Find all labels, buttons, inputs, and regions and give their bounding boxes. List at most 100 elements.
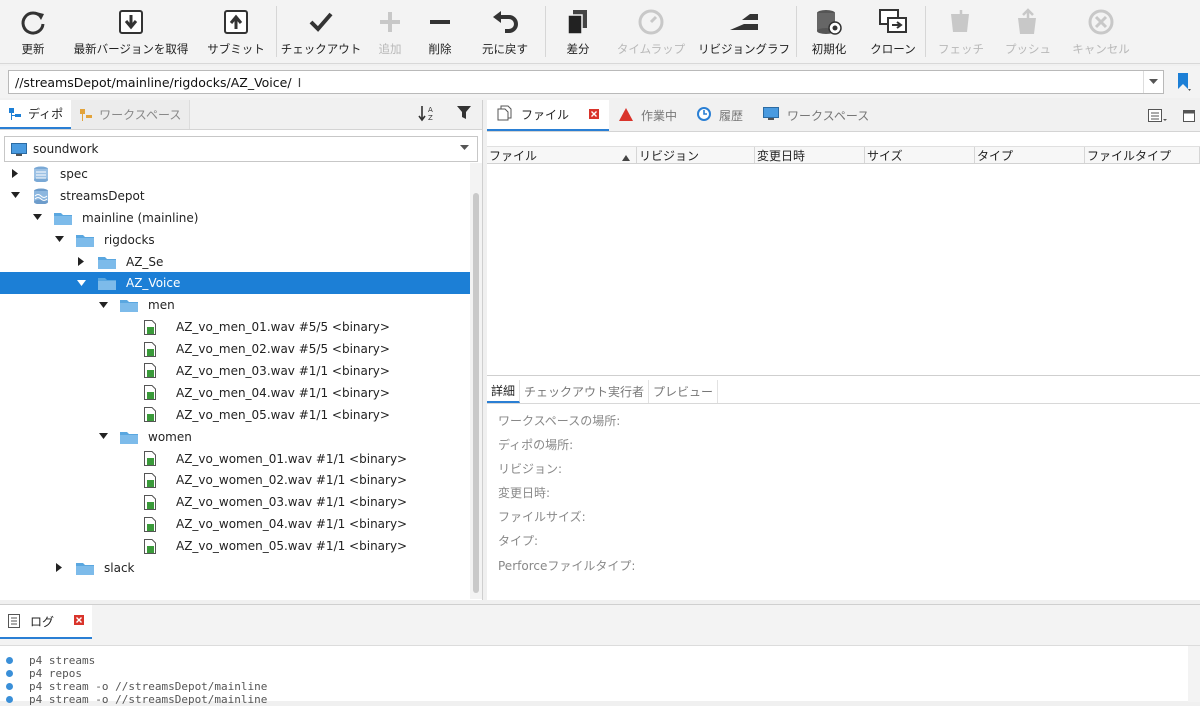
minus-button[interactable]: 削除	[415, 0, 465, 63]
tree-folder-item[interactable]: women	[0, 426, 470, 448]
initialize-button[interactable]: 初期化	[797, 0, 861, 63]
tree-file-item[interactable]: AZ_vo_men_01.wav #5/5 <binary>	[0, 316, 470, 338]
close-icon[interactable]	[589, 108, 600, 122]
file-icon	[144, 407, 156, 423]
undo-button[interactable]: 元に戻す	[465, 0, 545, 63]
tree-file-item[interactable]: AZ_vo_women_04.wav #1/1 <binary>	[0, 513, 470, 535]
tab-log[interactable]: ログ	[0, 605, 93, 639]
tree-file-item[interactable]: AZ_vo_men_04.wav #1/1 <binary>	[0, 382, 470, 404]
get-latest-button[interactable]: 最新バージョンを取得	[66, 0, 196, 63]
tree-folder-item[interactable]: AZ_Voice	[0, 272, 470, 295]
plus-icon	[377, 7, 403, 37]
tab-workspace-label: ワークスペース	[99, 108, 182, 122]
tree-folder-item[interactable]: men	[0, 294, 470, 316]
detail-tab[interactable]: 詳細	[487, 380, 521, 403]
log-line-text: p4 stream -o //streamsDepot/mainline	[29, 680, 268, 693]
window-restore-icon[interactable]	[1182, 109, 1196, 126]
close-icon[interactable]	[74, 614, 85, 628]
tree-item-label: AZ_vo_men_02.wav #5/5 <binary>	[176, 342, 390, 357]
log-scrollbar[interactable]	[1188, 646, 1200, 702]
fetch-button[interactable]: フェッチ	[926, 0, 996, 63]
column-header[interactable]: ファイルタイプ	[1085, 147, 1200, 163]
tree-item-label: spec	[60, 166, 88, 181]
workspace-select[interactable]: soundwork	[4, 136, 478, 162]
detail-tab[interactable]: チェックアウト実行者	[520, 380, 650, 403]
tab-pending[interactable]: 作業中	[609, 100, 687, 131]
push-button[interactable]: プッシュ	[996, 0, 1060, 63]
tree-folder-item[interactable]: rigdocks	[0, 229, 470, 251]
tree-file-item[interactable]: AZ_vo_men_03.wav #1/1 <binary>	[0, 360, 470, 382]
diff-button-label: 差分	[566, 42, 590, 56]
revision-graph-icon	[728, 7, 760, 37]
folder-icon	[54, 211, 72, 225]
fetch-button-label: フェッチ	[938, 42, 984, 56]
tree-file-item[interactable]: AZ_vo_women_02.wav #1/1 <binary>	[0, 469, 470, 491]
collapsed-caret-icon[interactable]	[76, 257, 86, 267]
files-pane: ファイル 作業中 履歴 ワークスペース ファイル リビジョン 変更日時 サイズ タイプ ファイル…	[487, 100, 1200, 600]
collapsed-caret-icon[interactable]	[54, 563, 64, 573]
detail-tab[interactable]: プレビュー	[649, 380, 719, 403]
file-icon	[144, 385, 156, 401]
tree-file-item[interactable]: AZ_vo_women_03.wav #1/1 <binary>	[0, 491, 470, 513]
clone-button[interactable]: クローン	[861, 0, 925, 63]
cancel-button[interactable]: キャンセル	[1060, 0, 1142, 63]
tree-file-item[interactable]: AZ_vo_women_05.wav #1/1 <binary>	[0, 535, 470, 557]
main-toolbar: 更新 最新バージョンを取得 サブミット チェックアウト 追加 削除 元に戻す 差分 タイムラップ…	[0, 0, 1200, 64]
revision-graph-button-label: リビジョングラフ	[698, 42, 790, 56]
folder-icon	[120, 298, 138, 313]
file-list[interactable]	[487, 164, 1200, 376]
column-header[interactable]: タイプ	[975, 147, 1085, 163]
path-dropdown-button[interactable]	[1143, 71, 1163, 93]
tab-depot[interactable]: ディポ	[0, 100, 72, 129]
folder-icon	[76, 233, 94, 247]
submit-button[interactable]: サブミット	[196, 0, 276, 63]
column-header[interactable]: リビジョン	[637, 147, 755, 163]
column-header[interactable]: サイズ	[865, 147, 975, 163]
tree-file-item[interactable]: AZ_vo_women_01.wav #1/1 <binary>	[0, 448, 470, 470]
bookmark-icon[interactable]	[1176, 72, 1192, 95]
tree-folder-item[interactable]: slack	[0, 557, 470, 579]
tree-file-item[interactable]: AZ_vo_men_02.wav #5/5 <binary>	[0, 338, 470, 360]
diff-button[interactable]: 差分	[546, 0, 610, 63]
expanded-caret-icon[interactable]	[54, 235, 64, 245]
collapsed-caret-icon[interactable]	[10, 169, 20, 179]
list-view-icon[interactable]	[1148, 109, 1168, 126]
plus-button[interactable]: 追加	[365, 0, 415, 63]
tree-folder-item[interactable]: AZ_Se	[0, 251, 470, 273]
tab-files[interactable]: ファイル	[487, 100, 610, 131]
tab-workspace[interactable]: ワークスペース	[71, 100, 191, 129]
checkmark-button[interactable]: チェックアウト	[277, 0, 365, 63]
tree-item-label: men	[148, 298, 175, 313]
revision-graph-button[interactable]: リビジョングラフ	[692, 0, 796, 63]
expanded-caret-icon[interactable]	[98, 300, 108, 310]
depot-path-input[interactable]: //streamsDepot/mainline/rigdocks/AZ_Voic…	[8, 70, 1164, 94]
tree-folder-item[interactable]: streamsDepot	[0, 185, 470, 207]
tab-monitor[interactable]: ワークスペース	[753, 100, 879, 131]
tree-folder-item[interactable]: spec	[0, 163, 470, 185]
refresh-button[interactable]: 更新	[0, 0, 66, 63]
files-icon	[497, 105, 513, 124]
tree-item-label: slack	[104, 560, 135, 575]
column-header[interactable]: 変更日時	[755, 147, 865, 163]
tree-item-label: mainline (mainline)	[82, 210, 199, 225]
tree-file-item[interactable]: AZ_vo_men_05.wav #1/1 <binary>	[0, 404, 470, 426]
log-icon	[8, 614, 20, 628]
tree-folder-item[interactable]: mainline (mainline)	[0, 207, 470, 229]
sort-icon[interactable]: AZ	[418, 104, 438, 125]
info-dot-icon	[6, 657, 13, 664]
tab-history[interactable]: 履歴	[687, 100, 753, 131]
filter-icon[interactable]	[456, 104, 474, 125]
depot-pane: ディポ ワークスペース AZ soundwork spec streamsDepo…	[0, 100, 483, 600]
expanded-caret-icon[interactable]	[76, 278, 86, 288]
timelapse-button[interactable]: タイムラップ	[610, 0, 692, 63]
expanded-caret-icon[interactable]	[10, 191, 20, 201]
expanded-caret-icon[interactable]	[32, 213, 42, 223]
folder-icon	[76, 561, 94, 575]
depot-tree-scrollbar[interactable]	[470, 163, 482, 599]
expanded-caret-icon[interactable]	[98, 432, 108, 442]
clone-icon	[878, 7, 908, 37]
column-header[interactable]: ファイル	[487, 147, 637, 163]
get-latest-icon	[118, 7, 144, 37]
